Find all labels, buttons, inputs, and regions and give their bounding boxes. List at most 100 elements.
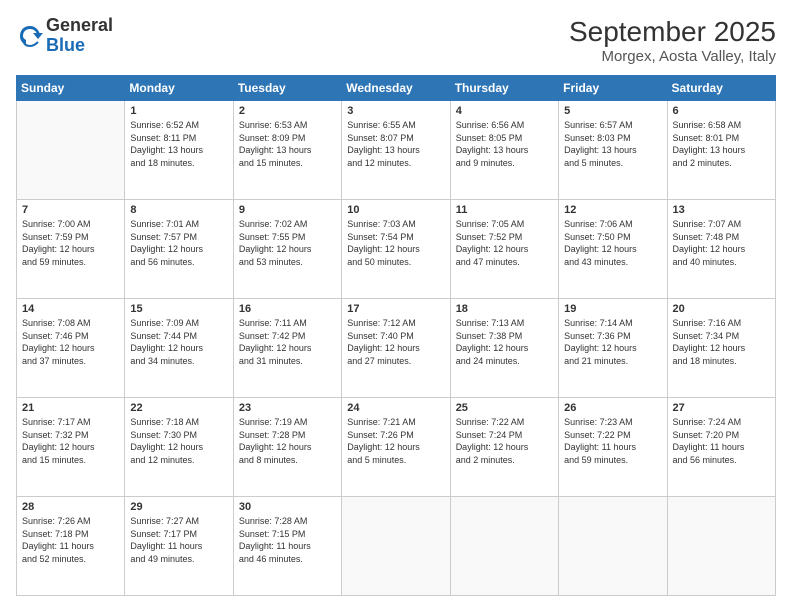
header: General Blue September 2025 Morgex, Aost… — [16, 16, 776, 65]
logo-icon — [16, 22, 44, 50]
day-number: 13 — [673, 204, 770, 216]
header-monday: Monday — [125, 76, 233, 101]
day-info: Sunrise: 7:11 AM Sunset: 7:42 PM Dayligh… — [239, 317, 336, 367]
day-number: 25 — [456, 402, 553, 414]
calendar-cell: 1 Sunrise: 6:52 AM Sunset: 8:11 PM Daylig… — [125, 101, 233, 200]
calendar-cell: 21 Sunrise: 7:17 AM Sunset: 7:32 PM Dayli… — [17, 398, 125, 497]
calendar-cell: 6 Sunrise: 6:58 AM Sunset: 8:01 PM Daylig… — [667, 101, 775, 200]
day-info: Sunrise: 7:16 AM Sunset: 7:34 PM Dayligh… — [673, 317, 770, 367]
calendar-cell: 16 Sunrise: 7:11 AM Sunset: 7:42 PM Dayli… — [233, 299, 341, 398]
calendar-week-3: 14Sunrise: 7:08 AM Sunset: 7:46 PM Dayli… — [17, 299, 776, 398]
calendar-cell: 11Sunrise: 7:05 AM Sunset: 7:52 PM Dayli… — [450, 200, 558, 299]
day-number: 23 — [239, 402, 336, 414]
day-info: Sunrise: 6:53 AM Sunset: 8:09 PM Dayligh… — [239, 119, 336, 169]
calendar-cell: 4 Sunrise: 6:56 AM Sunset: 8:05 PM Daylig… — [450, 101, 558, 200]
calendar-cell: 22Sunrise: 7:18 AM Sunset: 7:30 PM Dayli… — [125, 398, 233, 497]
day-number: 1 — [130, 105, 227, 117]
day-number: 4 — [456, 105, 553, 117]
calendar-cell: 12 Sunrise: 7:06 AM Sunset: 7:50 PM Dayli… — [559, 200, 667, 299]
title-section: September 2025 Morgex, Aosta Valley, Ita… — [569, 16, 776, 65]
day-info: Sunrise: 6:57 AM Sunset: 8:03 PM Dayligh… — [564, 119, 661, 169]
day-info: Sunrise: 7:02 AM Sunset: 7:55 PM Dayligh… — [239, 218, 336, 268]
calendar-cell: 24Sunrise: 7:21 AM Sunset: 7:26 PM Dayli… — [342, 398, 450, 497]
day-info: Sunrise: 7:03 AM Sunset: 7:54 PM Dayligh… — [347, 218, 444, 268]
calendar-cell: 7Sunrise: 7:00 AM Sunset: 7:59 PM Daylig… — [17, 200, 125, 299]
day-number: 16 — [239, 303, 336, 315]
calendar-cell: 25Sunrise: 7:22 AM Sunset: 7:24 PM Dayli… — [450, 398, 558, 497]
day-info: Sunrise: 7:09 AM Sunset: 7:44 PM Dayligh… — [130, 317, 227, 367]
calendar-cell — [667, 497, 775, 596]
day-info: Sunrise: 6:56 AM Sunset: 8:05 PM Dayligh… — [456, 119, 553, 169]
day-info: Sunrise: 7:19 AM Sunset: 7:28 PM Dayligh… — [239, 416, 336, 466]
day-info: Sunrise: 7:00 AM Sunset: 7:59 PM Dayligh… — [22, 218, 119, 268]
day-number: 12 — [564, 204, 661, 216]
calendar-cell — [450, 497, 558, 596]
day-info: Sunrise: 7:21 AM Sunset: 7:26 PM Dayligh… — [347, 416, 444, 466]
header-saturday: Saturday — [667, 76, 775, 101]
day-info: Sunrise: 7:13 AM Sunset: 7:38 PM Dayligh… — [456, 317, 553, 367]
calendar-cell: 2 Sunrise: 6:53 AM Sunset: 8:09 PM Daylig… — [233, 101, 341, 200]
calendar-week-2: 7Sunrise: 7:00 AM Sunset: 7:59 PM Daylig… — [17, 200, 776, 299]
day-number: 19 — [564, 303, 661, 315]
calendar-cell: 15 Sunrise: 7:09 AM Sunset: 7:44 PM Dayli… — [125, 299, 233, 398]
day-number: 10 — [347, 204, 444, 216]
calendar-cell: 10 Sunrise: 7:03 AM Sunset: 7:54 PM Dayli… — [342, 200, 450, 299]
weekday-header-row: Sunday Monday Tuesday Wednesday Thursday… — [17, 76, 776, 101]
header-friday: Friday — [559, 76, 667, 101]
calendar-week-4: 21 Sunrise: 7:17 AM Sunset: 7:32 PM Dayli… — [17, 398, 776, 497]
day-number: 21 — [22, 402, 119, 414]
day-info: Sunrise: 7:28 AM Sunset: 7:15 PM Dayligh… — [239, 515, 336, 565]
calendar-cell: 30 Sunrise: 7:28 AM Sunset: 7:15 PM Dayli… — [233, 497, 341, 596]
calendar-cell — [342, 497, 450, 596]
calendar-cell — [17, 101, 125, 200]
day-info: Sunrise: 7:27 AM Sunset: 7:17 PM Dayligh… — [130, 515, 227, 565]
day-info: Sunrise: 7:17 AM Sunset: 7:32 PM Dayligh… — [22, 416, 119, 466]
header-thursday: Thursday — [450, 76, 558, 101]
day-number: 17 — [347, 303, 444, 315]
day-number: 15 — [130, 303, 227, 315]
calendar-cell: 23 Sunrise: 7:19 AM Sunset: 7:28 PM Dayli… — [233, 398, 341, 497]
day-info: Sunrise: 7:23 AM Sunset: 7:22 PM Dayligh… — [564, 416, 661, 466]
day-number: 3 — [347, 105, 444, 117]
calendar-cell: 3 Sunrise: 6:55 AM Sunset: 8:07 PM Daylig… — [342, 101, 450, 200]
day-info: Sunrise: 7:12 AM Sunset: 7:40 PM Dayligh… — [347, 317, 444, 367]
calendar-cell: 20 Sunrise: 7:16 AM Sunset: 7:34 PM Dayli… — [667, 299, 775, 398]
day-info: Sunrise: 6:52 AM Sunset: 8:11 PM Dayligh… — [130, 119, 227, 169]
calendar: Sunday Monday Tuesday Wednesday Thursday… — [16, 75, 776, 596]
day-info: Sunrise: 7:14 AM Sunset: 7:36 PM Dayligh… — [564, 317, 661, 367]
calendar-cell: 9 Sunrise: 7:02 AM Sunset: 7:55 PM Daylig… — [233, 200, 341, 299]
day-number: 2 — [239, 105, 336, 117]
calendar-cell: 18Sunrise: 7:13 AM Sunset: 7:38 PM Dayli… — [450, 299, 558, 398]
day-number: 20 — [673, 303, 770, 315]
logo-general: General — [46, 15, 113, 35]
calendar-cell: 27Sunrise: 7:24 AM Sunset: 7:20 PM Dayli… — [667, 398, 775, 497]
header-tuesday: Tuesday — [233, 76, 341, 101]
day-info: Sunrise: 7:26 AM Sunset: 7:18 PM Dayligh… — [22, 515, 119, 565]
day-info: Sunrise: 7:24 AM Sunset: 7:20 PM Dayligh… — [673, 416, 770, 466]
day-number: 14 — [22, 303, 119, 315]
day-info: Sunrise: 6:55 AM Sunset: 8:07 PM Dayligh… — [347, 119, 444, 169]
calendar-cell: 19 Sunrise: 7:14 AM Sunset: 7:36 PM Dayli… — [559, 299, 667, 398]
calendar-cell: 8 Sunrise: 7:01 AM Sunset: 7:57 PM Daylig… — [125, 200, 233, 299]
day-number: 29 — [130, 501, 227, 513]
calendar-week-1: 1 Sunrise: 6:52 AM Sunset: 8:11 PM Daylig… — [17, 101, 776, 200]
calendar-cell: 13 Sunrise: 7:07 AM Sunset: 7:48 PM Dayli… — [667, 200, 775, 299]
location: Morgex, Aosta Valley, Italy — [569, 48, 776, 65]
calendar-cell: 17 Sunrise: 7:12 AM Sunset: 7:40 PM Dayli… — [342, 299, 450, 398]
day-number: 6 — [673, 105, 770, 117]
day-info: Sunrise: 7:07 AM Sunset: 7:48 PM Dayligh… — [673, 218, 770, 268]
calendar-cell: 5Sunrise: 6:57 AM Sunset: 8:03 PM Daylig… — [559, 101, 667, 200]
day-info: Sunrise: 7:06 AM Sunset: 7:50 PM Dayligh… — [564, 218, 661, 268]
calendar-cell: 26Sunrise: 7:23 AM Sunset: 7:22 PM Dayli… — [559, 398, 667, 497]
calendar-cell: 28Sunrise: 7:26 AM Sunset: 7:18 PM Dayli… — [17, 497, 125, 596]
day-number: 9 — [239, 204, 336, 216]
day-info: Sunrise: 6:58 AM Sunset: 8:01 PM Dayligh… — [673, 119, 770, 169]
calendar-cell — [559, 497, 667, 596]
day-info: Sunrise: 7:01 AM Sunset: 7:57 PM Dayligh… — [130, 218, 227, 268]
logo-text: General Blue — [46, 16, 113, 56]
day-number: 8 — [130, 204, 227, 216]
day-number: 11 — [456, 204, 553, 216]
logo-blue: Blue — [46, 35, 85, 55]
day-number: 30 — [239, 501, 336, 513]
page: General Blue September 2025 Morgex, Aost… — [0, 0, 792, 612]
